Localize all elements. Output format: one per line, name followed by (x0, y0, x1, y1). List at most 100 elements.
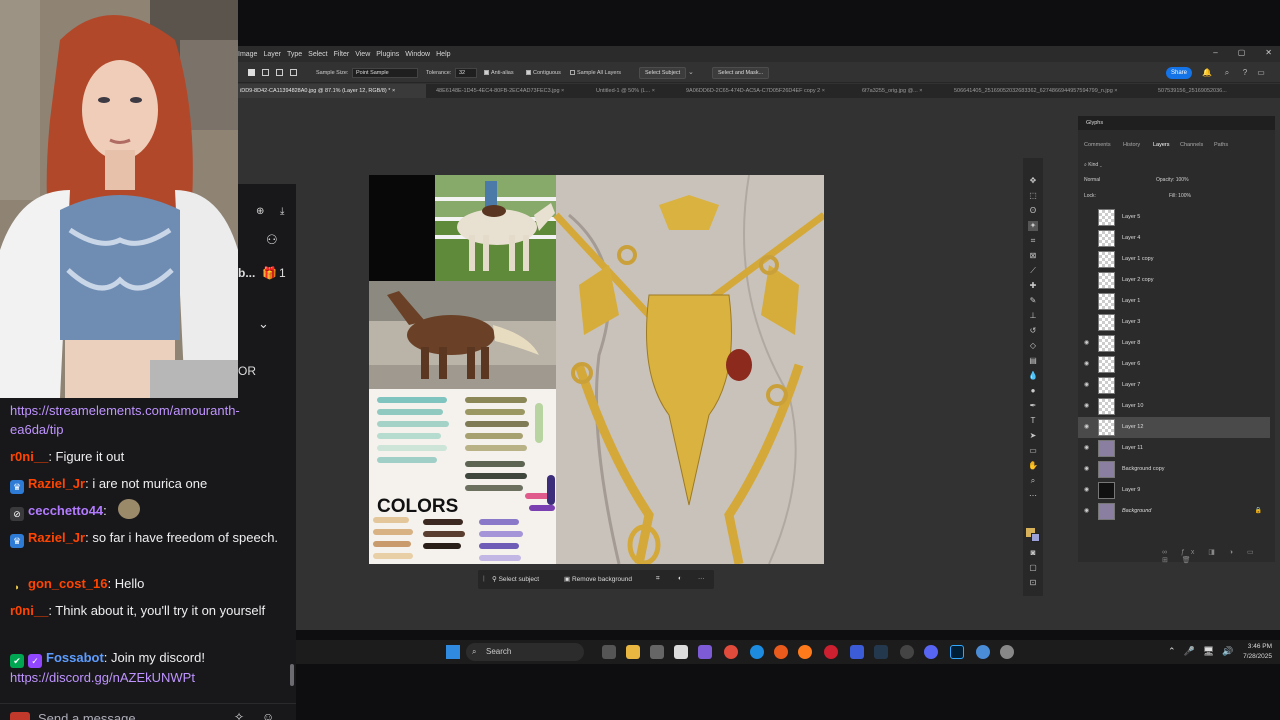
brave-icon[interactable] (774, 645, 788, 659)
bell-icon[interactable]: 🔔 (1202, 68, 1212, 78)
layer-row[interactable]: Layer 5 (1078, 207, 1270, 228)
obs-icon[interactable] (900, 645, 914, 659)
chat-username[interactable]: gon_cost_16 (28, 576, 107, 591)
new-selection-icon[interactable] (262, 69, 269, 76)
layer-row[interactable]: ◉ Layer 8 (1078, 333, 1270, 354)
pen-tool-icon[interactable]: ✒ (1028, 401, 1038, 411)
chat-scrollbar[interactable] (290, 664, 294, 686)
eye-icon[interactable]: ◉ (1084, 340, 1092, 346)
select-subject-ctx-button[interactable]: ⚲ Select subject (492, 575, 539, 583)
workspace-icon[interactable]: ▭ (1256, 68, 1266, 78)
background-color-swatch[interactable] (1031, 533, 1040, 542)
layer-row[interactable]: ◉ Layer 11 (1078, 438, 1270, 459)
tab-history[interactable]: History (1123, 142, 1140, 148)
close-icon[interactable]: × (392, 88, 395, 94)
gradient-tool-icon[interactable]: ▤ (1028, 356, 1038, 366)
layer-row[interactable]: ◉ Layer 6 (1078, 354, 1270, 375)
opacity-control[interactable]: Opacity: 100% (1156, 177, 1189, 183)
firefox-icon[interactable] (798, 645, 812, 659)
close-icon[interactable]: ✕ (1265, 48, 1272, 57)
menu-help[interactable]: Help (436, 51, 450, 58)
eye-icon[interactable]: ◉ (1084, 424, 1092, 430)
stamp-tool-icon[interactable]: ⊥ (1028, 311, 1038, 321)
contiguous-checkbox[interactable]: Contiguous (526, 70, 561, 76)
chat-username[interactable]: r0ni__ (10, 603, 48, 618)
lock-icon[interactable]: 🔒 (1255, 507, 1262, 514)
app-n-icon[interactable] (850, 645, 864, 659)
screen-mode-icon[interactable]: ▢ (1028, 563, 1038, 573)
eye-icon[interactable]: ◉ (1084, 508, 1092, 514)
add-selection-icon[interactable] (276, 69, 283, 76)
document-canvas[interactable]: COLORS (369, 175, 824, 564)
layer-row[interactable]: Layer 2 copy (1078, 270, 1270, 291)
healing-tool-icon[interactable]: ✚ (1028, 281, 1038, 291)
drag-handle-icon[interactable]: | (483, 575, 485, 582)
lasso-tool-icon[interactable]: ʘ (1028, 206, 1038, 216)
shape-tool-icon[interactable]: ▭ (1028, 446, 1038, 456)
eraser-tool-icon[interactable]: ◇ (1028, 341, 1038, 351)
zoom-tool-icon[interactable]: ⌕ (1028, 476, 1038, 486)
layer-row[interactable]: Layer 1 (1078, 291, 1270, 312)
doc-tab[interactable]: 48E6148E-1D45-4EC4-80FB-2EC4AD73FEC3.jpg… (434, 84, 582, 98)
app-icon[interactable] (650, 645, 664, 659)
layer-actions-bar[interactable]: ∞ ƒx ◨ ◑ ▭ ⊞ 🗑 (1162, 548, 1275, 564)
transform-icon[interactable]: ⌗ (656, 575, 660, 583)
chevron-down-icon[interactable]: ⌄ (258, 316, 269, 332)
rewards-icon[interactable] (10, 712, 30, 720)
tab-paths[interactable]: Paths (1214, 142, 1228, 148)
glyphs-panel-tab[interactable]: Glyphs (1078, 116, 1275, 130)
taskbar-clock[interactable]: 3:46 PM 7/28/2025 (1243, 642, 1272, 662)
doc-tab[interactable]: 506641405_25169052032683362_627486694495… (952, 84, 1150, 98)
layer-row-selected[interactable]: ◉ Layer 12 (1078, 417, 1270, 438)
eye-icon[interactable]: ◉ (1084, 403, 1092, 409)
subtract-selection-icon[interactable] (290, 69, 297, 76)
menu-select[interactable]: Select (308, 51, 327, 58)
marquee-tool-icon[interactable]: ⬚ (1028, 191, 1038, 201)
doc-tab[interactable]: Untitled-1 @ 50% (L... × (594, 84, 674, 98)
brush-tool-icon[interactable]: ✎ (1028, 296, 1038, 306)
chat-username[interactable]: Raziel_Jr (28, 476, 85, 491)
menu-window[interactable]: Window (405, 51, 430, 58)
windows-start-icon[interactable] (446, 645, 460, 659)
sample-size-select[interactable]: Point Sample (352, 68, 418, 78)
calendar-icon[interactable] (674, 645, 688, 659)
eye-icon[interactable]: ◉ (1084, 445, 1092, 451)
maximize-icon[interactable]: ▢ (1238, 48, 1246, 57)
zoom-icon[interactable]: ⊕ (256, 206, 264, 217)
select-and-mask-button[interactable]: Select and Mask... (712, 67, 770, 79)
remove-background-button[interactable]: ▣ Remove background (564, 575, 632, 583)
steam-icon[interactable] (874, 645, 888, 659)
magic-wand-preset-icon[interactable] (248, 69, 255, 76)
hand-tool-icon[interactable]: ✋ (1028, 461, 1038, 471)
dodge-tool-icon[interactable]: ● (1028, 386, 1038, 396)
more-tools-icon[interactable]: ⋯ (1028, 491, 1038, 501)
eye-icon[interactable]: ◉ (1084, 466, 1092, 472)
eyedropper-tool-icon[interactable]: ⟋ (1028, 266, 1038, 276)
settings-icon[interactable] (1000, 645, 1014, 659)
menu-type[interactable]: Type (287, 51, 302, 58)
path-select-icon[interactable]: ➤ (1028, 431, 1038, 441)
tab-channels[interactable]: Channels (1180, 142, 1203, 148)
help-icon[interactable]: ? (1240, 68, 1250, 78)
chat-username[interactable]: r0ni__ (10, 449, 48, 464)
history-brush-icon[interactable]: ↺ (1028, 326, 1038, 336)
photoshop-icon[interactable] (950, 645, 964, 659)
chrome-alt-icon[interactable] (976, 645, 990, 659)
chevron-down-icon[interactable]: ⌄ (688, 68, 694, 76)
share-button[interactable]: Share (1166, 67, 1192, 79)
tab-comments[interactable]: Comments (1084, 142, 1111, 148)
more-options-button[interactable]: ··· (698, 575, 705, 582)
layer-row[interactable]: ◉ Background 🔒 (1078, 501, 1270, 522)
chat-link[interactable]: https://streamelements.com/amouranth-ea6… (10, 403, 240, 437)
layer-row[interactable]: ◉ Background copy (1078, 459, 1270, 480)
anti-alias-checkbox[interactable]: Anti-alias (484, 70, 514, 76)
chat-username[interactable]: Fossabot (46, 650, 104, 665)
layer-row[interactable]: Layer 1 copy (1078, 249, 1270, 270)
community-icon[interactable]: ⚇ (266, 232, 278, 248)
layer-row[interactable]: Layer 4 (1078, 228, 1270, 249)
quick-mask-icon[interactable]: ◙ (1028, 548, 1038, 558)
filter-kind-select[interactable]: ⌕ Kind ⌄ (1084, 162, 1102, 168)
frame-tool-icon[interactable]: ⊠ (1028, 251, 1038, 261)
doc-tab[interactable]: 9A06DD6D-2C65-474D-AC5A-C7D05F26D4EF cop… (684, 84, 850, 98)
opera-icon[interactable] (824, 645, 838, 659)
